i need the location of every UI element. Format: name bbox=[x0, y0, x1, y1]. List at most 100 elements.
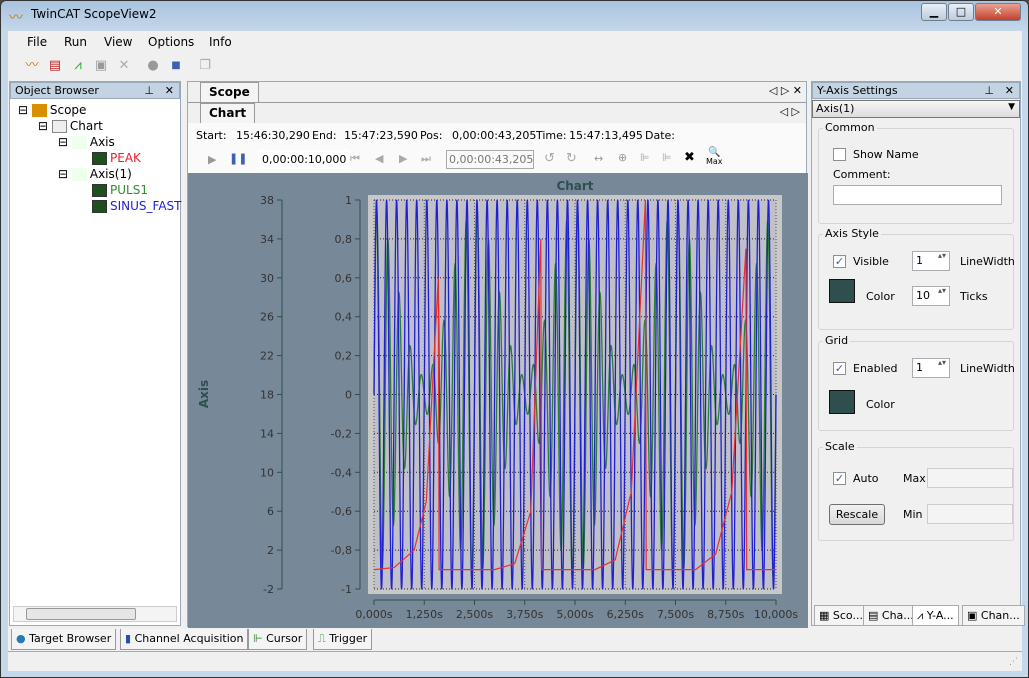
play-icon[interactable]: ▶ bbox=[208, 153, 216, 166]
rescale-button[interactable]: Rescale bbox=[829, 504, 885, 525]
y-tick-label: 0 bbox=[345, 389, 352, 402]
resize-grip-icon[interactable]: ⋰ bbox=[1009, 657, 1018, 667]
y-tick-label: -0,6 bbox=[331, 505, 352, 518]
show-name-checkbox[interactable] bbox=[833, 148, 846, 161]
zoom-off-icon[interactable]: ✖ bbox=[684, 150, 695, 165]
new-chart-icon[interactable]: ▤ bbox=[46, 57, 64, 75]
chart-toolbar: ▶ ❚❚ 0,00:00:10,000 ⏮ ◀ ▶ ⏭ 0,00:00:43,2… bbox=[188, 147, 806, 173]
grid-enabled-checkbox[interactable]: ✓ bbox=[833, 362, 846, 375]
pin-icon[interactable]: ⊥ bbox=[984, 84, 994, 97]
tab-chart[interactable]: Chart bbox=[200, 103, 256, 123]
min-label: Min bbox=[903, 508, 923, 521]
y-tick-label: 26 bbox=[260, 311, 274, 324]
group-title: Axis Style bbox=[823, 227, 881, 240]
linewidth-label: LineWidth bbox=[960, 362, 1015, 375]
group-title: Common bbox=[823, 121, 877, 134]
color-label: Color bbox=[866, 398, 895, 411]
chart-title: Chart bbox=[556, 179, 593, 193]
tree-item-sinus-fast[interactable]: SINUS_FAST bbox=[92, 198, 182, 214]
tree-item-puls1[interactable]: PULS1 bbox=[92, 182, 148, 198]
position-field[interactable]: 0,00:00:43,205 bbox=[446, 150, 534, 169]
tab-cursor[interactable]: ⊩ Cursor bbox=[248, 629, 308, 650]
menu-view[interactable]: View bbox=[104, 35, 132, 49]
x-tick-label: 2,500s bbox=[456, 608, 493, 621]
timespan-field[interactable]: 0,00:00:10,000 bbox=[258, 150, 351, 169]
tab-label: Trigger bbox=[329, 632, 368, 645]
axis-linewidth-spinner[interactable]: 1 bbox=[912, 251, 950, 271]
last-icon[interactable]: ⏭ bbox=[421, 152, 431, 166]
cursor-icon[interactable]: ⊫ bbox=[640, 151, 650, 164]
pan-horizontal-icon[interactable]: ↔ bbox=[594, 152, 603, 165]
end-label: End: bbox=[312, 129, 337, 142]
tab-channel-acquisition[interactable]: ▮ Channel Acquisition bbox=[120, 629, 249, 650]
copy-icon[interactable]: ❐ bbox=[196, 57, 214, 75]
max-input[interactable] bbox=[927, 468, 1013, 488]
stop-icon[interactable]: ■ bbox=[167, 57, 185, 75]
tab-label: Channel Acquisition bbox=[134, 632, 244, 645]
time-label: Time: bbox=[536, 129, 567, 142]
close-panel-icon[interactable]: ✕ bbox=[1005, 84, 1014, 97]
center-icon[interactable]: ⊕ bbox=[618, 151, 627, 164]
chart-tab-nav[interactable]: ◁ ▷ bbox=[780, 105, 800, 118]
tab-chart-props[interactable]: ▤ Cha... bbox=[863, 605, 919, 626]
chart-icon bbox=[51, 120, 67, 133]
menu-run[interactable]: Run bbox=[64, 35, 87, 49]
y-tick-label: -0,8 bbox=[331, 544, 352, 557]
grid-color-swatch[interactable] bbox=[829, 390, 855, 414]
window-title: TwinCAT ScopeView2 bbox=[31, 7, 157, 21]
y-axis-title: Axis bbox=[197, 380, 211, 408]
maximize-button[interactable]: □ bbox=[948, 3, 974, 21]
end-value: 15:47:23,590 bbox=[344, 129, 418, 142]
menu-file[interactable]: File bbox=[27, 35, 47, 49]
show-name-label: Show Name bbox=[853, 148, 919, 161]
pause-icon[interactable]: ❚❚ bbox=[229, 152, 247, 165]
min-input[interactable] bbox=[927, 504, 1013, 524]
max-label: Max bbox=[903, 472, 926, 485]
time-value: 15:47:13,495 bbox=[569, 129, 643, 142]
tab-scope-props[interactable]: ▦ Sco... bbox=[814, 605, 868, 626]
client-area: File Run View Options Info 〰 ▤ ⩘ ▣ ✕ ● ■… bbox=[8, 31, 1025, 671]
undo-icon[interactable]: ↺ bbox=[544, 151, 555, 166]
new-axis-icon[interactable]: ⩘ bbox=[69, 57, 87, 75]
axis-color-swatch[interactable] bbox=[829, 279, 855, 303]
menu-options[interactable]: Options bbox=[148, 35, 194, 49]
cursor2-icon[interactable]: ⊫ bbox=[662, 151, 672, 164]
tab-target-browser[interactable]: ● Target Browser bbox=[11, 629, 117, 650]
tab-scope[interactable]: Scope bbox=[200, 82, 259, 102]
new-channel-icon[interactable]: ▣ bbox=[92, 57, 110, 75]
menu-info[interactable]: Info bbox=[209, 35, 232, 49]
scrollbar-thumb[interactable] bbox=[26, 608, 136, 620]
tree-item-peak[interactable]: PEAK bbox=[92, 150, 141, 166]
axis-select[interactable]: Axis(1) ▼ bbox=[812, 100, 1020, 118]
horizontal-scrollbar[interactable] bbox=[13, 606, 177, 622]
minimize-button[interactable]: ▁ bbox=[921, 3, 947, 21]
right-tabs: ▦ Sco... ▤ Cha... ⩘ Y-A... ▣ Chan... bbox=[812, 605, 1025, 626]
axis-style-group: Axis Style ✓ Visible 1 LineWidth Color 1… bbox=[818, 227, 1015, 330]
close-panel-icon[interactable]: ✕ bbox=[165, 84, 174, 97]
pin-icon[interactable]: ⊥ bbox=[144, 84, 154, 97]
record-icon[interactable]: ● bbox=[144, 57, 162, 75]
zoom-max-button[interactable]: 🔍 Max bbox=[706, 148, 723, 167]
tab-channel-props[interactable]: ▣ Chan... bbox=[962, 605, 1025, 626]
tree-item-axis[interactable]: ⊟ Axis bbox=[58, 134, 115, 150]
visible-checkbox[interactable]: ✓ bbox=[833, 255, 846, 268]
comment-input[interactable] bbox=[833, 185, 1002, 205]
delete-icon[interactable]: ✕ bbox=[115, 57, 133, 75]
first-icon[interactable]: ⏮ bbox=[350, 152, 360, 166]
new-scope-icon[interactable]: 〰 bbox=[23, 57, 41, 75]
grid-linewidth-spinner[interactable]: 1 bbox=[912, 358, 950, 378]
tree-item-axis1[interactable]: ⊟ Axis(1) bbox=[58, 166, 132, 182]
tree-item-scope[interactable]: ⊟ Scope bbox=[18, 102, 86, 118]
tree-item-chart[interactable]: ⊟ Chart bbox=[38, 118, 103, 134]
ticks-spinner[interactable]: 10 bbox=[912, 286, 950, 306]
tab-y-axis-props[interactable]: ⩘ Y-A... bbox=[912, 605, 959, 626]
next-icon[interactable]: ▶ bbox=[399, 152, 407, 165]
auto-checkbox[interactable]: ✓ bbox=[833, 472, 846, 485]
comment-label: Comment: bbox=[833, 168, 891, 181]
scope-tab-nav[interactable]: ◁ ▷ ✕ bbox=[769, 84, 802, 97]
tab-trigger[interactable]: ⎍ Trigger bbox=[313, 629, 373, 650]
chart-area[interactable]: Chart Axis 38 34 30 26 22 18 14 10 6 2 -2 1 0,8 0,6 0,4 0… bbox=[188, 173, 808, 628]
close-button[interactable]: ✕ bbox=[975, 3, 1021, 21]
redo-icon[interactable]: ↻ bbox=[566, 151, 577, 166]
prev-icon[interactable]: ◀ bbox=[375, 152, 383, 165]
